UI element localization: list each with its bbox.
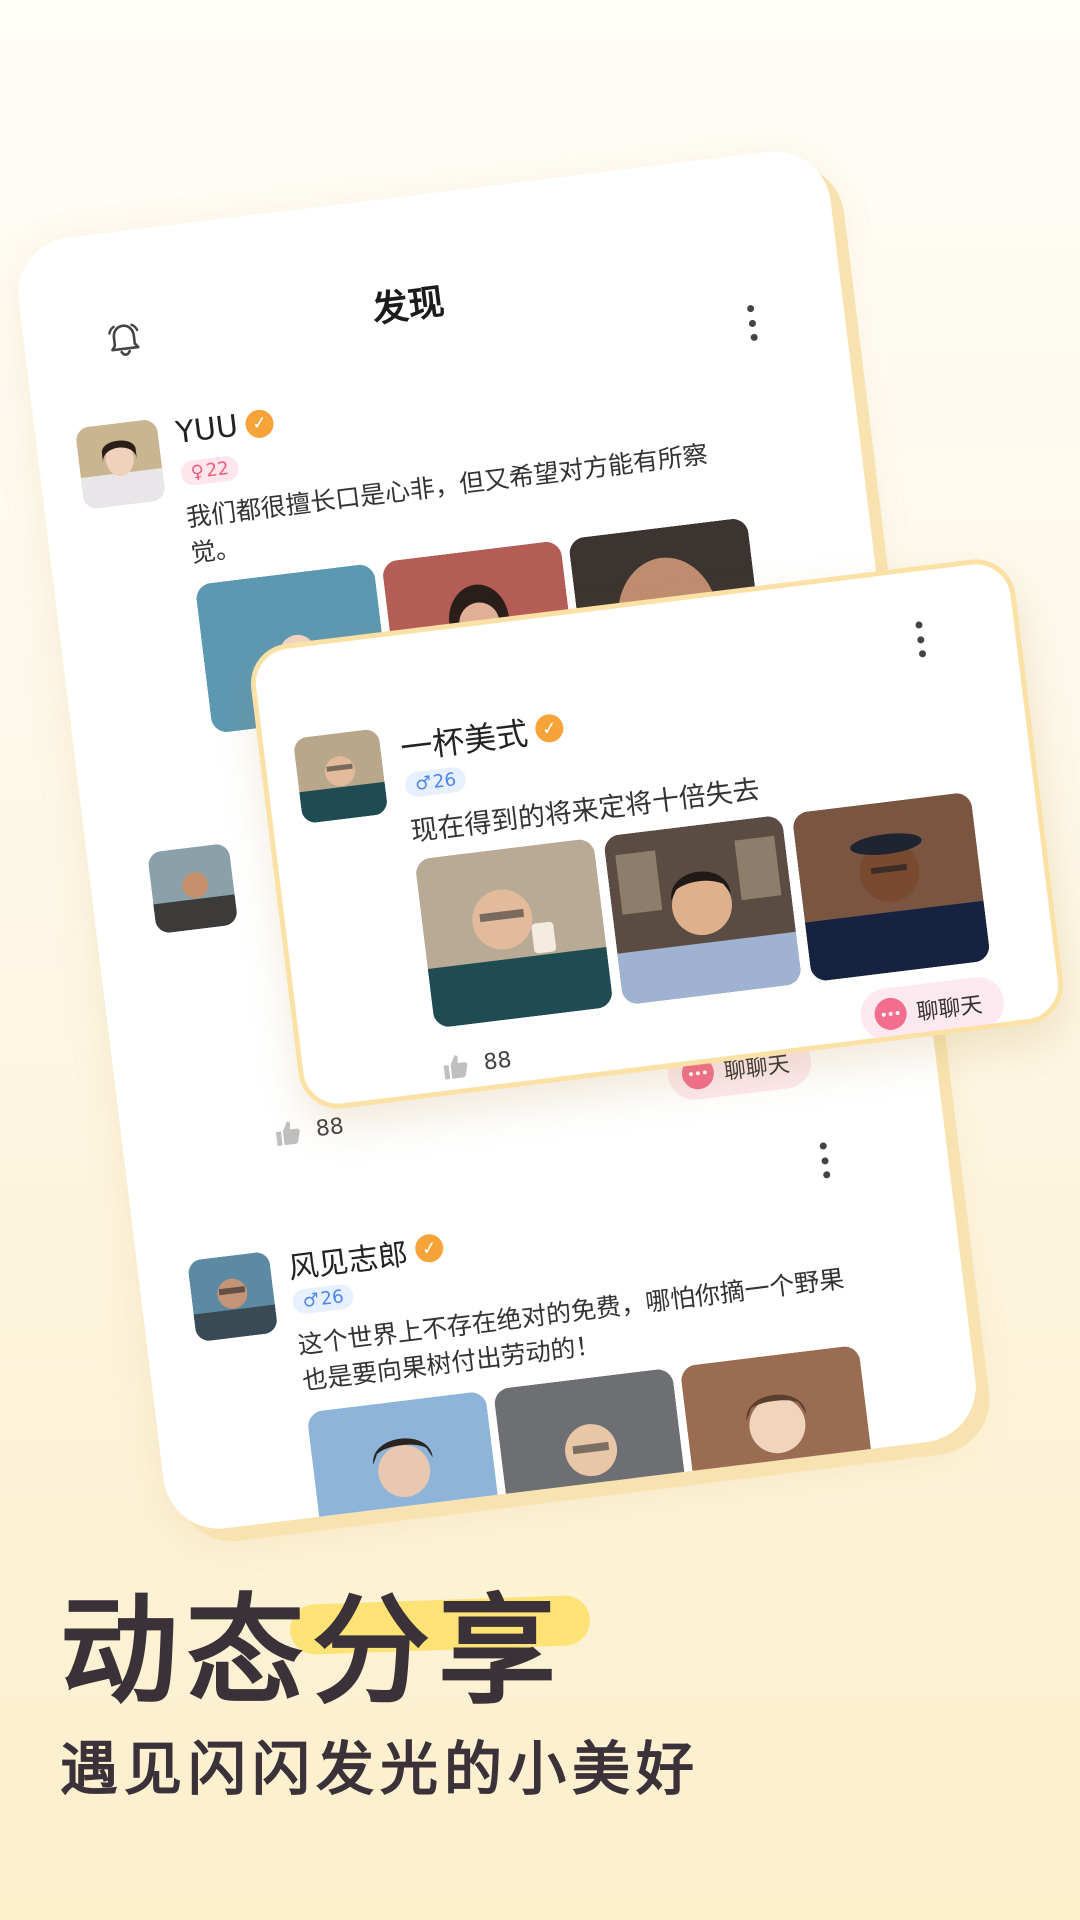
verified-icon: ✓ bbox=[413, 1232, 445, 1264]
username[interactable]: 一杯美式 ✓ bbox=[398, 704, 566, 770]
bell-icon[interactable] bbox=[102, 317, 147, 362]
page-title: 发现 bbox=[370, 281, 447, 332]
post-photo[interactable] bbox=[679, 1344, 877, 1516]
avatar[interactable] bbox=[292, 728, 389, 825]
gender-age-badge: ♂ 26 bbox=[291, 1282, 355, 1316]
chat-button[interactable]: 聊聊天 bbox=[857, 974, 1007, 1044]
post-photo[interactable] bbox=[414, 837, 614, 1029]
post-photo[interactable] bbox=[602, 814, 803, 1006]
chat-bubble-icon bbox=[872, 996, 909, 1032]
more-options-icon[interactable] bbox=[745, 304, 759, 342]
more-options-icon[interactable] bbox=[817, 1142, 831, 1179]
verified-icon: ✓ bbox=[533, 712, 565, 744]
post-photo[interactable] bbox=[492, 1367, 690, 1535]
avatar[interactable] bbox=[186, 1250, 279, 1343]
gender-age-badge: ♀ 22 bbox=[179, 454, 241, 487]
promo-headline: 动态分享 bbox=[60, 1582, 565, 1720]
avatar[interactable] bbox=[74, 418, 167, 510]
username[interactable]: YUU ✓ bbox=[174, 404, 276, 451]
thumbs-up-icon bbox=[443, 1055, 468, 1080]
verified-icon: ✓ bbox=[244, 407, 276, 439]
post-photo[interactable] bbox=[791, 791, 991, 983]
avatar[interactable] bbox=[146, 842, 239, 935]
like-count[interactable]: 88 bbox=[270, 1111, 345, 1150]
promo-subline: 遇见闪闪发光的小美好 bbox=[60, 1735, 701, 1803]
thumbs-up-icon bbox=[275, 1121, 300, 1147]
more-options-icon[interactable] bbox=[913, 621, 927, 658]
featured-post-card: 一杯美式 ✓ ♂ 26 现在得到的将来定将十倍失去 聊聊天 88 bbox=[246, 554, 1068, 1114]
post-photo[interactable] bbox=[306, 1390, 504, 1535]
gender-age-badge: ♂ 26 bbox=[403, 765, 468, 799]
like-count[interactable]: 88 bbox=[438, 1045, 513, 1084]
username[interactable]: 风见志郎 ✓ bbox=[286, 1225, 446, 1288]
